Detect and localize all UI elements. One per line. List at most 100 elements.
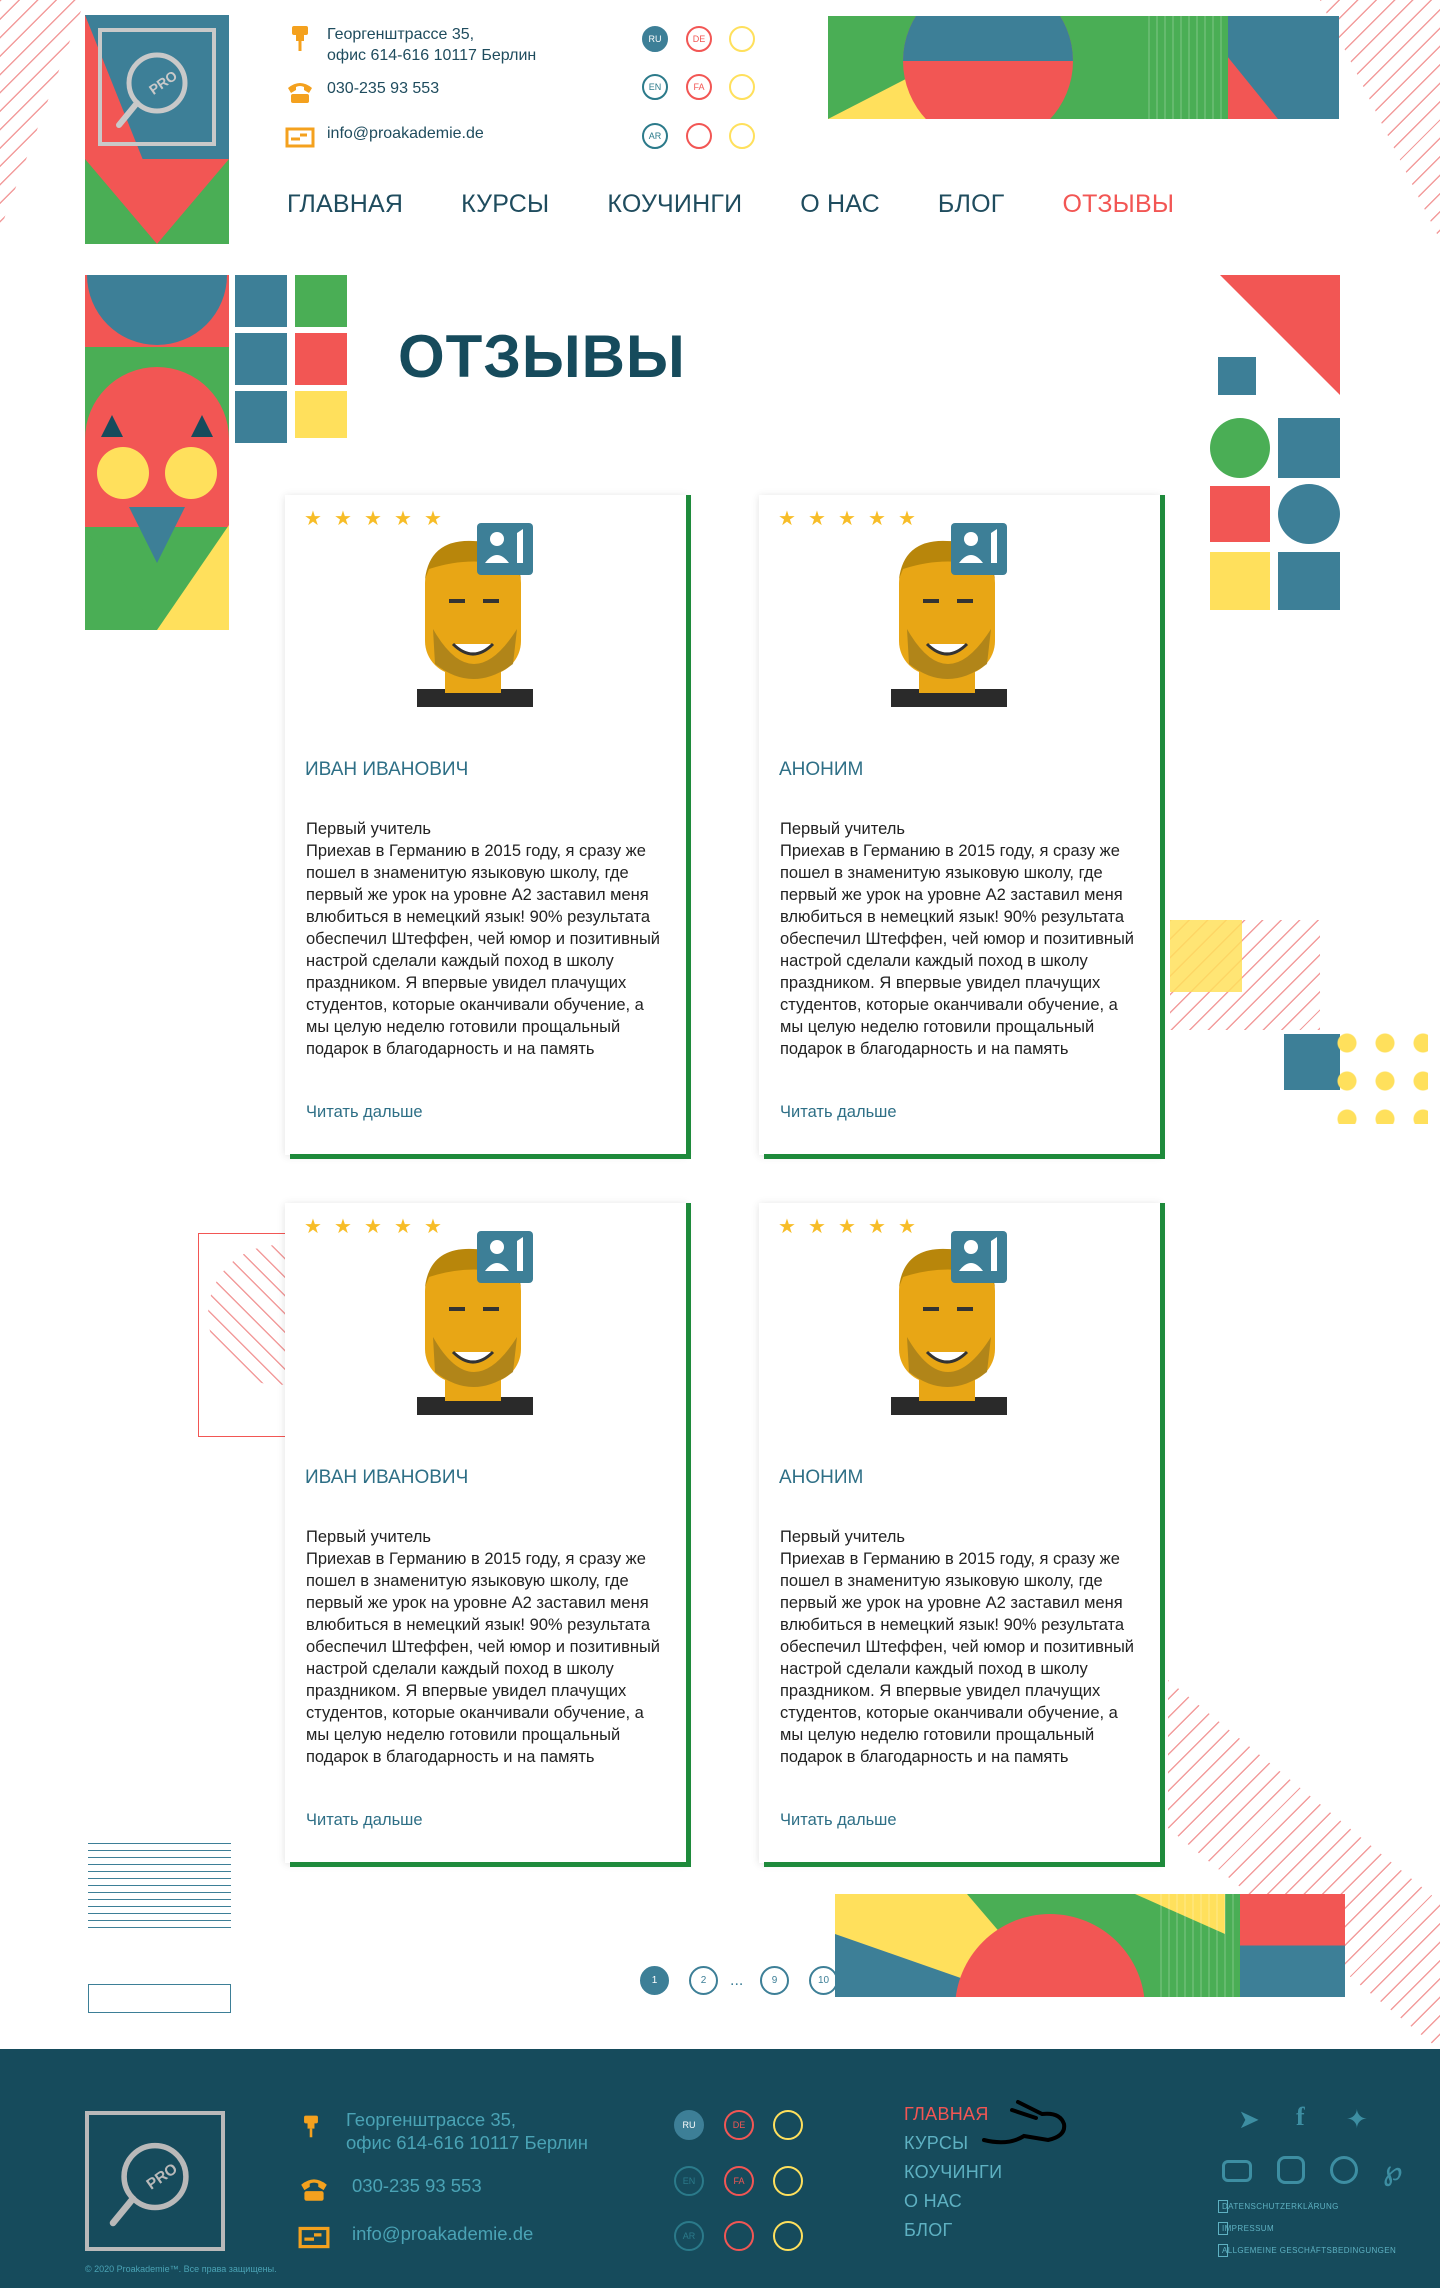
footer-phone[interactable]: 030-235 93 553 <box>298 2174 482 2204</box>
reviewer-name: АНОНИМ <box>779 1467 864 1488</box>
footer-lang-placeholder[interactable] <box>773 2166 803 2196</box>
reviewer-name: АНОНИМ <box>779 759 864 780</box>
decor-header-banner <box>828 16 1339 119</box>
link-terms[interactable]: ALLGEMEINE GESCHÄFTSBEDINGUNGEN <box>1222 2246 1396 2255</box>
review-card: ★ ★ ★ ★ ★ ИВАН ИВАНОВИЧ Первый учитель Приех… <box>285 1203 691 1867</box>
star-icon: ★ <box>334 1216 352 1238</box>
lang-placeholder-1[interactable] <box>729 26 755 52</box>
pinterest-icon[interactable]: ℘ <box>1383 2154 1403 2187</box>
logo[interactable]: PRO <box>85 15 229 244</box>
user-badge-icon <box>891 1231 1007 1415</box>
nav-blog[interactable]: БЛОГ <box>938 190 1005 219</box>
decor-outline-bar <box>88 1984 231 2013</box>
email-icon <box>298 2226 330 2249</box>
logo-icon: PRO <box>109 2142 189 2227</box>
footer-lang-placeholder[interactable] <box>773 2110 803 2140</box>
instagram-icon[interactable] <box>1277 2156 1305 2184</box>
whatsapp-icon[interactable] <box>1330 2156 1358 2184</box>
page-10[interactable]: 10 <box>809 1966 838 1995</box>
footer-nav-coaching[interactable]: КОУЧИНГИ <box>904 2162 1002 2183</box>
user-badge-icon <box>891 523 1007 707</box>
review-text: Первый учитель Приехав в Германию в 2015… <box>780 1528 1135 1766</box>
star-icon: ★ <box>778 1216 796 1238</box>
decor-square <box>235 391 287 443</box>
read-more-link[interactable]: Читать дальше <box>306 1103 423 1122</box>
footer-nav-blog[interactable]: БЛОГ <box>904 2220 1002 2241</box>
pin-icon <box>292 26 308 51</box>
footer-lang-placeholder[interactable] <box>724 2221 754 2251</box>
header-email[interactable]: info@proakademie.de <box>285 123 484 151</box>
lang-en[interactable]: EN <box>642 74 668 100</box>
decor-square <box>235 275 287 327</box>
star-icon: ★ <box>808 508 826 530</box>
read-more-link[interactable]: Читать дальше <box>780 1811 897 1830</box>
decor-owl <box>85 275 229 630</box>
page-1[interactable]: 1 <box>640 1966 669 1995</box>
nav-courses[interactable]: КУРСЫ <box>461 190 549 219</box>
decor-square <box>1278 552 1340 610</box>
decor-square <box>295 275 347 327</box>
read-more-link[interactable]: Читать дальше <box>306 1811 423 1830</box>
pointer-hand-icon <box>982 2100 1067 2145</box>
user-badge-icon <box>417 1231 533 1415</box>
star-icon: ★ <box>334 508 352 530</box>
header-phone[interactable]: 030-235 93 553 <box>285 78 439 106</box>
page-2[interactable]: 2 <box>689 1966 718 1995</box>
footer-lang-de[interactable]: DE <box>724 2110 754 2140</box>
lang-placeholder-2[interactable] <box>729 74 755 100</box>
decor-square <box>295 333 347 385</box>
document-icon <box>1218 2222 1228 2235</box>
footer-lang-placeholder[interactable] <box>773 2221 803 2251</box>
footer-lang-ar[interactable]: AR <box>674 2221 704 2251</box>
lang-placeholder-3[interactable] <box>686 123 712 149</box>
header-address: Георгенштрассе 35, офис 614-616 10117 Бер… <box>285 24 536 66</box>
decor-square <box>1210 486 1270 542</box>
review-text: Первый учитель Приехав в Германию в 2015… <box>306 820 661 1058</box>
nav-coaching[interactable]: КОУЧИНГИ <box>607 190 742 219</box>
review-text: Первый учитель Приехав в Германию в 2015… <box>780 820 1135 1058</box>
page-9[interactable]: 9 <box>760 1966 789 1995</box>
link-impressum[interactable]: IMPRESSUM <box>1222 2224 1274 2233</box>
logo-mark: PRO <box>98 28 216 146</box>
lang-ar[interactable]: AR <box>642 123 668 149</box>
decor-circle <box>1210 418 1270 478</box>
lang-placeholder-4[interactable] <box>729 123 755 149</box>
footer-nav-about[interactable]: О НАС <box>904 2191 1002 2212</box>
document-icon <box>1218 2200 1228 2213</box>
footer-lang-en[interactable]: EN <box>674 2166 704 2196</box>
logo-icon: PRO <box>116 52 188 128</box>
nav-home[interactable]: ГЛАВНАЯ <box>287 190 403 219</box>
lang-fa[interactable]: FA <box>686 74 712 100</box>
footer-address: Георгенштрассе 35, офис 614-616 10117 Бер… <box>298 2108 588 2154</box>
reviewer-name: ИВАН ИВАНОВИЧ <box>305 759 469 780</box>
lang-ru[interactable]: RU <box>642 26 668 52</box>
star-icon: ★ <box>364 1216 382 1238</box>
footer-logo[interactable]: PRO <box>85 2111 225 2251</box>
user-badge-icon <box>417 523 533 707</box>
decor-yellow-square <box>1170 920 1242 992</box>
decor-circle <box>1278 484 1340 544</box>
decor-square <box>1278 418 1340 478</box>
star-icon: ★ <box>808 1216 826 1238</box>
copyright: © 2020 Proakademie™. Все права защищены. <box>85 2264 277 2274</box>
svg-text:PRO: PRO <box>146 67 180 98</box>
main-nav: ГЛАВНАЯ КУРСЫ КОУЧИНГИ О НАС БЛОГ ОТЗЫВЫ <box>287 190 1232 219</box>
nav-reviews[interactable]: ОТЗЫВЫ <box>1063 190 1175 219</box>
decor-square <box>235 333 287 385</box>
twitter-icon[interactable]: ✦ <box>1346 2104 1368 2135</box>
footer-lang-ru[interactable]: RU <box>674 2110 704 2140</box>
lang-de[interactable]: DE <box>686 26 712 52</box>
decor-bottom-banner <box>835 1894 1345 1997</box>
page: PRO Георгенштрассе 35, офис 614-616 10117… <box>0 0 1440 2288</box>
read-more-link[interactable]: Читать дальше <box>780 1103 897 1122</box>
facebook-icon[interactable]: f <box>1296 2102 1305 2132</box>
star-icon: ★ <box>304 1216 322 1238</box>
star-icon: ★ <box>838 508 856 530</box>
page-title: ОТЗЫВЫ <box>398 323 686 390</box>
link-privacy[interactable]: DATENSCHUTZERKLÄRUNG <box>1222 2202 1339 2211</box>
footer-email[interactable]: info@proakademie.de <box>298 2222 533 2252</box>
youtube-icon[interactable] <box>1222 2160 1252 2182</box>
footer-lang-fa[interactable]: FA <box>724 2166 754 2196</box>
nav-about[interactable]: О НАС <box>800 190 880 219</box>
telegram-icon[interactable]: ➤ <box>1238 2104 1260 2135</box>
